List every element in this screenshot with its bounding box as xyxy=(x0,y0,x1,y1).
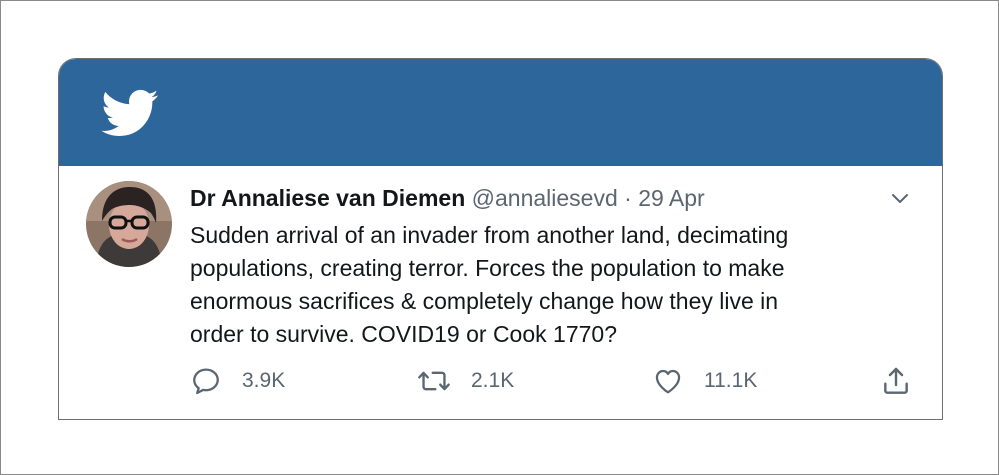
tweet-card: Dr Annaliese van Diemen @annaliesevd · 2… xyxy=(58,58,943,420)
avatar[interactable] xyxy=(86,181,172,267)
twitter-banner xyxy=(59,59,942,166)
like-button[interactable]: 11.1K xyxy=(652,365,757,397)
share-icon xyxy=(884,367,908,394)
retweet-icon xyxy=(418,371,450,391)
reply-count: 3.9K xyxy=(242,369,286,392)
tweet-date[interactable]: 29 Apr xyxy=(638,185,705,211)
author-handle[interactable]: @annaliesevd xyxy=(472,185,618,211)
screenshot-frame: Dr Annaliese van Diemen @annaliesevd · 2… xyxy=(0,0,999,475)
heart-icon xyxy=(655,369,681,394)
like-count: 11.1K xyxy=(704,369,758,392)
tweet-header: Dr Annaliese van Diemen @annaliesevd · 2… xyxy=(190,183,705,213)
reply-button[interactable]: 3.9K xyxy=(190,365,285,397)
reply-icon xyxy=(193,368,219,395)
avatar-photo xyxy=(86,181,172,267)
chevron-down-icon[interactable] xyxy=(889,187,911,209)
retweet-count: 2.1K xyxy=(471,369,515,392)
header-separator: · xyxy=(624,185,632,211)
author-name[interactable]: Dr Annaliese van Diemen xyxy=(190,185,465,211)
retweet-button[interactable]: 2.1K xyxy=(417,365,514,397)
twitter-bird-icon xyxy=(101,89,159,137)
share-button[interactable] xyxy=(880,365,912,397)
tweet-text: Sudden arrival of an invader from anothe… xyxy=(190,222,789,347)
